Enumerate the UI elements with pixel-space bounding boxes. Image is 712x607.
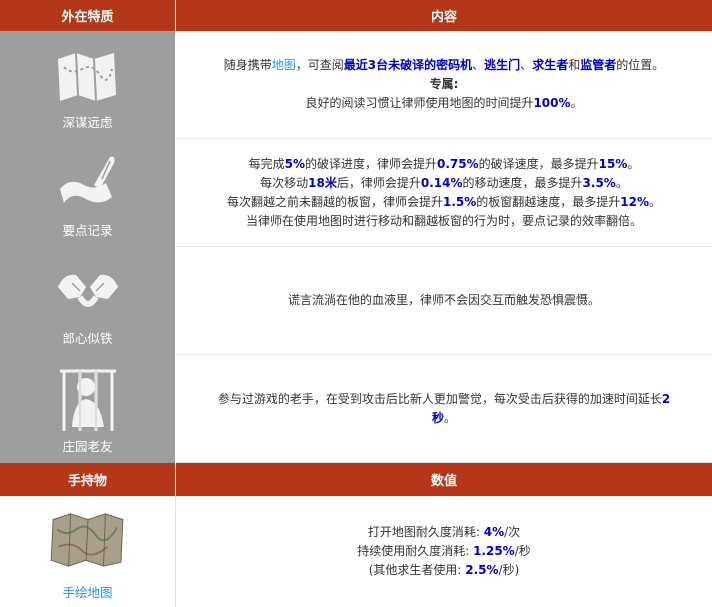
trait-row-yaodian: 要点记录 每完成5%的破译进度，律师会提升0.75%的破译速度，最多提升15%。… (0, 139, 712, 247)
highlight-value: 2.5% (465, 563, 499, 577)
text-segment: 当律师在使用地图时进行移动和翻越板窗的行为时，要点记录的效率翻倍。 (245, 213, 642, 228)
content-line: 谎言流淌在他的血液里，律师不会因交互而触发恐惧震慑。 (288, 291, 600, 310)
text-segment: /秒 (514, 544, 531, 558)
content-line: 秒。 (432, 409, 456, 428)
text-segment: 的位置。 (616, 58, 665, 72)
trait-content: 参与过游戏的老手，在受到攻击后比新人更加警觉，每次受击后获得的加速时间延长2 秒。 (176, 355, 712, 463)
content-line: 良好的阅读习惯让律师使用地图的时间提升100%。 (305, 94, 582, 113)
item-cell: 手绘地图 (0, 496, 176, 607)
trait-row-zhuangyuan: 庄园老友 参与过游戏的老手，在受到攻击后比新人更加警觉，每次受击后获得的加速时间… (0, 355, 712, 463)
text-segment: 参与过游戏的老手，在受到攻击后比新人更加警觉，每次受击后获得的加速时间延长 (217, 391, 662, 406)
highlight-value: 100% (533, 96, 571, 110)
text-segment: 的破译进度，律师会提升 (304, 156, 437, 171)
header-content: 内容 (430, 10, 457, 25)
item-row: 手绘地图 打开地图耐久度消耗: 4%/次 持续使用耐久度消耗: 1.25%/秒 (其… (0, 496, 712, 607)
text-segment: 专属: (429, 77, 459, 91)
highlight-value: 5% (284, 156, 305, 171)
item-header: 手持物 数值 (0, 463, 712, 496)
text-segment: 。 (649, 194, 662, 209)
text-segment: 和 (568, 58, 581, 72)
highlight-value: 2 (661, 391, 671, 406)
text-segment: 每次翻越之前未翻越的板窗，律师会提升 (226, 194, 443, 209)
text-segment: 随身携带 (223, 58, 272, 72)
folded-map-icon (50, 513, 124, 567)
header-trait: 外在特质 (0, 0, 176, 31)
map-icon (57, 52, 116, 102)
text-segment: 每完成 (248, 156, 285, 171)
trait-cell: 庄园老友 (0, 355, 176, 463)
text-segment: 、 (520, 58, 533, 72)
trait-label: 要点记录 (62, 223, 113, 238)
content-line: 每次移动18米后，律师会提升0.14%的移动速度，最多提升3.5%。 (260, 174, 628, 193)
item-values: 打开地图耐久度消耗: 4%/次 持续使用耐久度消耗: 1.25%/秒 (其他求生者使… (176, 496, 712, 607)
highlight-value: 1.5% (442, 194, 477, 209)
content-line: 每次翻越之前未翻越的板窗，律师会提升1.5%的板窗翻越速度，最多提升12%。 (227, 193, 661, 212)
highlight-value: 0.14% (420, 175, 463, 190)
text-segment: 的移动速度，最多提升 (462, 175, 583, 190)
highlight-value: 15% (598, 156, 628, 171)
trait-cell: 要点记录 (0, 139, 176, 247)
highlight-value: 4% (483, 525, 505, 539)
map-link[interactable]: 地图 (272, 58, 296, 72)
handshake-icon (57, 274, 118, 307)
content-line: 每完成5%的破译进度，律师会提升0.75%的破译速度，最多提升15%。 (249, 155, 640, 174)
trait-row-langxin: 郎心似铁 谎言流淌在他的血液里，律师不会因交互而触发恐惧震慑。 (0, 247, 712, 355)
prisoner-bars-icon (59, 369, 116, 431)
text-segment: 的破译速度，最多提升 (478, 156, 599, 171)
trait-label: 庄园老友 (62, 439, 113, 454)
trait-content: 谎言流淌在他的血液里，律师不会因交互而触发恐惧震慑。 (176, 247, 712, 355)
text-segment: /次 (504, 525, 521, 539)
highlight-value: 求生者 (532, 58, 569, 72)
text-segment: (其他求生者使用: (368, 563, 466, 577)
content-line: 参与过游戏的老手，在受到攻击后比新人更加警觉，每次受击后获得的加速时间延长2 (218, 390, 670, 409)
trait-cell: 郎心似铁 (0, 247, 176, 355)
content-line: 持续使用耐久度消耗: 1.25%/秒 (357, 542, 531, 561)
text-segment: 的板窗翻越速度，最多提升 (476, 194, 621, 209)
quill-scroll-icon (59, 156, 114, 203)
content-line: 当律师在使用地图时进行移动和翻越板窗的行为时，要点记录的效率翻倍。 (246, 212, 642, 231)
highlight-value: 18米 (308, 175, 337, 190)
text-segment: 谎言流淌在他的血液里，律师不会因交互而触发恐惧震慑。 (287, 293, 600, 307)
header-value: 数值 (430, 474, 457, 489)
text-segment: 。 (570, 96, 583, 110)
header-item: 手持物 (0, 463, 176, 496)
trait-row-shenmou: 深谋远虑 随身携带地图，可查阅最近3台未破译的密码机、逃生门、求生者和监管者的位… (0, 31, 712, 139)
text-segment: /秒) (498, 563, 520, 577)
highlight-value: 1.25% (473, 544, 515, 558)
highlight-value: 逃生门 (484, 58, 521, 72)
text-segment: 良好的阅读习惯让律师使用地图的时间提升 (305, 96, 534, 110)
content-line: 随身携带地图，可查阅最近3台未破译的密码机、逃生门、求生者和监管者的位置。 (224, 56, 665, 75)
content-line: (其他求生者使用: 2.5%/秒) (369, 561, 520, 580)
highlight-value: 0.75% (437, 156, 479, 171)
trait-label: 深谋远虑 (62, 115, 113, 130)
item-link[interactable]: 手绘地图 (0, 582, 175, 601)
text-segment: 打开地图耐久度消耗: (367, 525, 484, 539)
text-segment: 。 (615, 175, 628, 190)
trait-content: 每完成5%的破译进度，律师会提升0.75%的破译速度，最多提升15%。 每次移动1… (176, 139, 712, 247)
trait-label: 郎心似铁 (62, 331, 113, 346)
text-segment: 、 (472, 58, 485, 72)
text-segment: ，可查阅 (295, 58, 344, 72)
highlight-value: 最近3台未破译的密码机 (343, 58, 473, 72)
table-header: 外在特质 内容 (0, 0, 712, 31)
highlight-value: 秒 (431, 410, 444, 425)
trait-content: 随身携带地图，可查阅最近3台未破译的密码机、逃生门、求生者和监管者的位置。 专属:… (176, 31, 712, 139)
text-segment: 后，律师会提升 (336, 175, 421, 190)
highlight-value: 12% (620, 194, 650, 209)
highlight-value: 3.5% (582, 175, 616, 190)
content-line: 打开地图耐久度消耗: 4%/次 (368, 523, 520, 542)
text-segment: 持续使用耐久度消耗: (357, 544, 474, 558)
trait-cell: 深谋远虑 (0, 31, 176, 139)
text-segment: 。 (444, 410, 457, 425)
highlight-value: 监管者 (580, 58, 617, 72)
text-segment: 。 (627, 156, 640, 171)
text-segment: 每次移动 (260, 175, 309, 190)
content-line: 专属: (430, 75, 459, 94)
